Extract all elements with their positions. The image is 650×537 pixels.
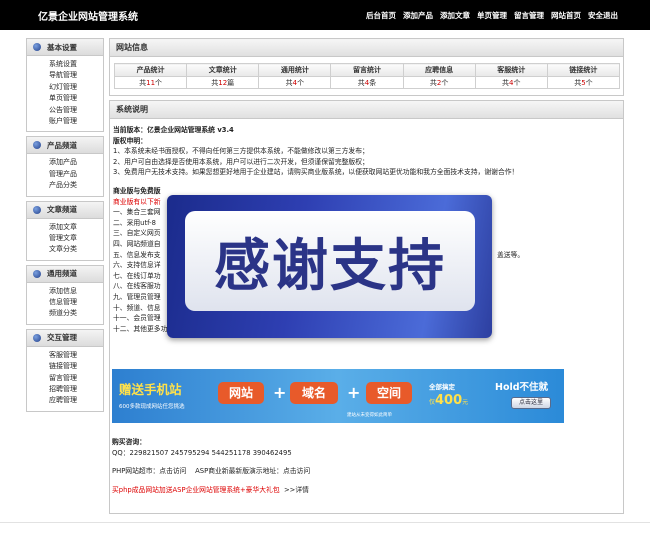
- sidebar-item-link-manage[interactable]: 链接管理: [49, 361, 103, 372]
- top-bar: 亿景企业网站管理系统 后台首页 添加产品 添加文章 单页管理 留言管理 网站首页…: [0, 0, 650, 30]
- nav-page-manage[interactable]: 单页管理: [477, 10, 507, 21]
- license-title: 版权申明：: [113, 136, 147, 145]
- stats-cell-messages: 共4条: [330, 76, 404, 89]
- promo-more-link[interactable]: >>详情: [284, 486, 309, 494]
- pill-domain: 域名: [290, 382, 338, 404]
- sidebar-item-recruit-manage[interactable]: 招聘管理: [49, 384, 103, 395]
- banner-subtitle: 600多款现成网站任您挑选: [119, 404, 185, 410]
- version-line: 当前版本：亿景企业网站管理系统 v3.4: [113, 126, 234, 134]
- footer-divider: [0, 522, 650, 523]
- banner-hold-text: Hold不住就: [495, 382, 549, 393]
- buy-title: 购买咨询：: [112, 438, 146, 446]
- sidebar-group-interaction: 交互管理 客服管理 链接管理 留言管理 招聘管理 应聘管理: [26, 328, 104, 412]
- nav-site-home[interactable]: 网站首页: [551, 10, 581, 21]
- stats-cell-general: 共4个: [258, 76, 332, 89]
- sidebar-item-applicant-manage[interactable]: 应聘管理: [49, 395, 103, 406]
- demo-links-line: PHP网站超市：点击访问 ASP商业新最新版演示地址：点击访问: [112, 466, 612, 477]
- sidebar: 基本设置 系统设置 导航管理 幻灯管理 单页管理 公告管理 账户管理 产品频道 …: [26, 38, 104, 416]
- pill-website: 网站: [218, 382, 264, 404]
- sidebar-group-header[interactable]: 产品频道: [27, 137, 103, 155]
- sidebar-item-add-article[interactable]: 添加文章: [49, 222, 103, 233]
- sidebar-item-add-product[interactable]: 添加产品: [49, 157, 103, 168]
- stats-header: 链接统计: [546, 63, 621, 77]
- stats-header: 通用统计: [258, 63, 332, 77]
- nav-logout[interactable]: 安全退出: [588, 10, 618, 21]
- nav-add-article[interactable]: 添加文章: [440, 10, 470, 21]
- thanks-popup[interactable]: 感谢支持: [167, 195, 492, 338]
- sidebar-item-product-category[interactable]: 产品分类: [49, 180, 103, 191]
- sidebar-item-slide-manage[interactable]: 幻灯管理: [49, 82, 103, 93]
- sidebar-item-nav-manage[interactable]: 导航管理: [49, 70, 103, 81]
- nav-add-product[interactable]: 添加产品: [403, 10, 433, 21]
- sidebar-group-general: 通用频道 添加信息 信息管理 频道分类: [26, 264, 104, 325]
- feature-tail: 盖送等。: [497, 250, 525, 259]
- stats-header: 文章统计: [186, 63, 260, 77]
- nav-admin-home[interactable]: 后台首页: [366, 10, 396, 21]
- sidebar-group-header[interactable]: 基本设置: [27, 39, 103, 56]
- stats-header: 客服统计: [474, 63, 548, 77]
- license-line: 2、用户可自由选择是否使用本系统，用户可以进行二次开发，但须谨保留完整版权；: [113, 157, 369, 166]
- thanks-popup-text: 感谢支持: [214, 233, 446, 299]
- plus-icon: +: [273, 383, 287, 402]
- bullet-icon: [33, 333, 41, 342]
- stats-cell-service: 共4个: [474, 76, 548, 89]
- sidebar-item-add-info[interactable]: 添加信息: [49, 286, 103, 297]
- sidebar-item-manage-article[interactable]: 管理文章: [49, 233, 103, 244]
- sidebar-group-product: 产品频道 添加产品 管理产品 产品分类: [26, 136, 104, 197]
- thanks-popup-inner: 感谢支持: [185, 211, 475, 311]
- stats-cell-links: 共5个: [546, 76, 621, 89]
- site-info-title: 网站信息: [110, 39, 623, 57]
- php-market-link[interactable]: PHP网站超市：点击访问: [112, 467, 186, 475]
- banner-note: 建站从未变得如此简单: [347, 413, 392, 418]
- license-line: 1、本系统未经书面授权，不得向任何第三方提供本系统，不能做修改以第三方发布；: [113, 147, 369, 156]
- promo-line: 买php成品网站加送ASP企业网站管理系统+豪华大礼包 >>详情: [112, 485, 612, 496]
- site-info-panel: 网站信息 产品统计 文章统计 通用统计 留言统计 应聘信息 客服统计 链接统计 …: [109, 38, 624, 96]
- stats-table: 产品统计 文章统计 通用统计 留言统计 应聘信息 客服统计 链接统计 共11个 …: [113, 63, 621, 89]
- sidebar-item-channel-category[interactable]: 频道分类: [49, 308, 103, 319]
- top-nav: 后台首页 添加产品 添加文章 单页管理 留言管理 网站首页 安全退出: [366, 10, 618, 21]
- sidebar-item-system-settings[interactable]: 系统设置: [49, 59, 103, 70]
- asp-demo-link[interactable]: ASP商业新最新版演示地址：点击访问: [195, 467, 310, 475]
- system-info-title: 系统说明: [110, 101, 623, 119]
- stats-header: 应聘信息: [402, 63, 476, 77]
- bullet-icon: [33, 43, 41, 51]
- sidebar-item-notice-manage[interactable]: 公告管理: [49, 105, 103, 116]
- sidebar-group-header[interactable]: 通用频道: [27, 265, 103, 283]
- sidebar-item-service-manage[interactable]: 客服管理: [49, 350, 103, 361]
- nav-message-manage[interactable]: 留言管理: [514, 10, 544, 21]
- sidebar-group-article: 文章频道 添加文章 管理文章 文章分类: [26, 200, 104, 261]
- stats-cell-articles: 共12篇: [186, 76, 260, 89]
- promo-banner[interactable]: 赠送手机站 600多款现成网站任您挑选 网站 + 域名 + 空间 建站从未变得如…: [112, 369, 564, 423]
- license-line: 3、免费用户无技术支持。如果您想更好地用于企业建站，请购买商业版系统，以便获取网…: [113, 168, 519, 177]
- bullet-icon: [33, 141, 41, 150]
- app-title: 亿景企业网站管理系统: [38, 12, 138, 23]
- stats-header: 留言统计: [330, 63, 404, 77]
- banner-price: 仅400元: [429, 393, 469, 408]
- contact-section: 购买咨询： QQ：229821507 245795294 544251178 3…: [112, 437, 612, 495]
- plus-icon: +: [347, 383, 361, 402]
- promo-red-link[interactable]: 买php成品网站加送ASP企业网站管理系统+豪华大礼包: [112, 486, 280, 494]
- sidebar-item-account-manage[interactable]: 账户管理: [49, 116, 103, 127]
- banner-title: 赠送手机站: [119, 382, 182, 397]
- bullet-icon: [33, 205, 41, 214]
- sidebar-group-basic: 基本设置 系统设置 导航管理 幻灯管理 单页管理 公告管理 账户管理: [26, 38, 104, 133]
- bullet-icon: [33, 269, 41, 278]
- stats-cell-products: 共11个: [113, 76, 188, 89]
- qq-line: QQ：229821507 245795294 544251178 3904624…: [112, 448, 292, 457]
- sidebar-group-header[interactable]: 文章频道: [27, 201, 103, 219]
- sidebar-item-info-manage[interactable]: 信息管理: [49, 297, 103, 308]
- main-area: 网站信息 产品统计 文章统计 通用统计 留言统计 应聘信息 客服统计 链接统计 …: [109, 38, 624, 514]
- stats-header: 产品统计: [113, 63, 188, 77]
- sidebar-item-article-category[interactable]: 文章分类: [49, 244, 103, 255]
- pill-hosting: 空间: [366, 382, 412, 404]
- sidebar-item-manage-product[interactable]: 管理产品: [49, 169, 103, 180]
- sidebar-item-page-manage[interactable]: 单页管理: [49, 93, 103, 104]
- banner-click-button[interactable]: 点击这里: [511, 397, 551, 409]
- stats-cell-applicants: 共2个: [402, 76, 476, 89]
- sidebar-item-message-manage[interactable]: 留言管理: [49, 373, 103, 384]
- banner-price-label: 全部搞定: [429, 383, 455, 391]
- sidebar-group-header[interactable]: 交互管理: [27, 329, 103, 347]
